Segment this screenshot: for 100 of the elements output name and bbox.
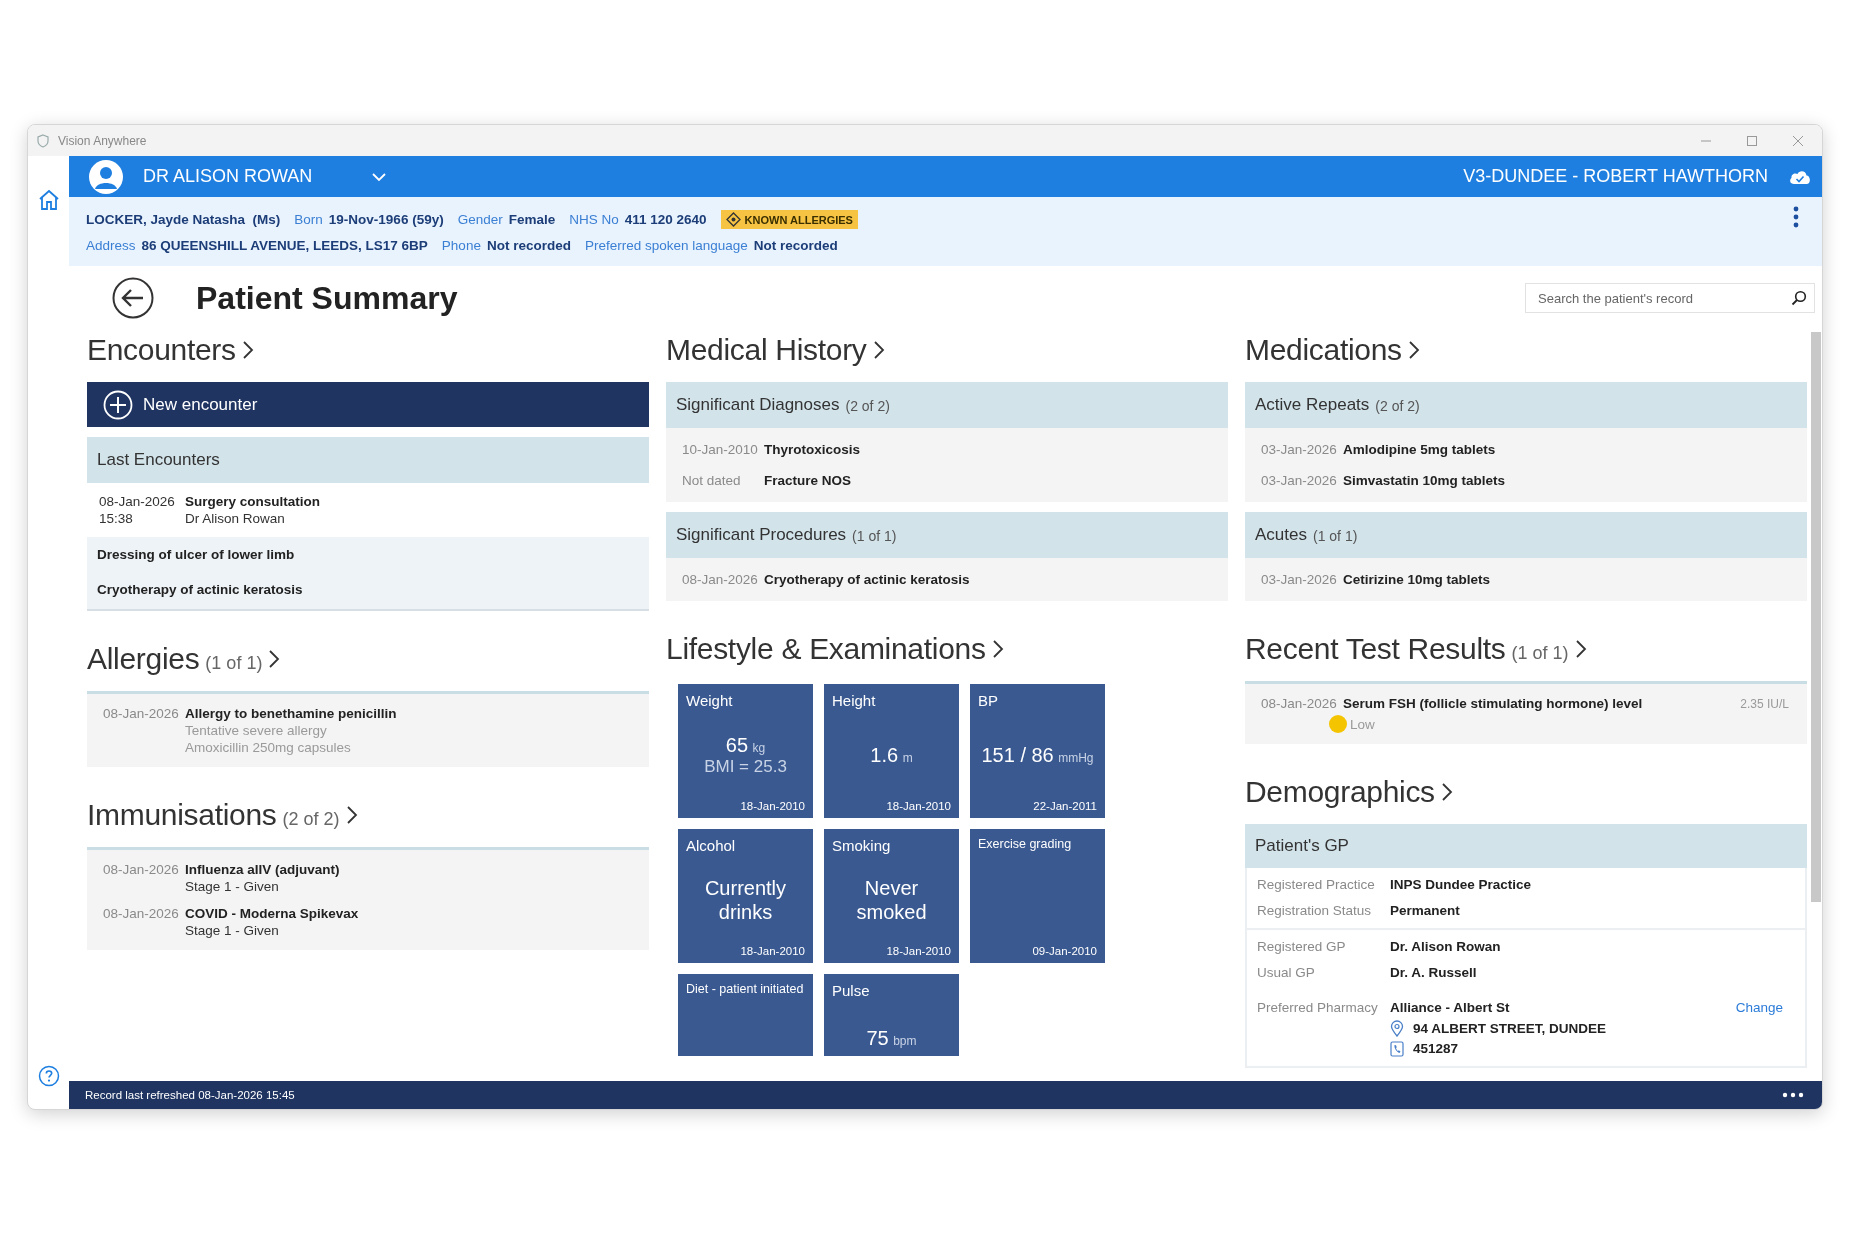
new-encounter-button[interactable]: New encounter [87, 382, 649, 427]
section-heading[interactable]: Lifestyle & Examinations [666, 632, 986, 666]
measurement-tile[interactable]: Smoking Never smoked 18-Jan-2010 [824, 829, 959, 963]
date-text: 18-Jan-2010 [885, 945, 951, 957]
date-text: 08-Jan-2026 [99, 493, 176, 510]
entry-title[interactable]: Allergy to benethamine penicillin [185, 705, 397, 722]
section-heading[interactable]: Recent Test Results [1245, 632, 1506, 666]
entry-title[interactable]: Surgery consultation [185, 493, 321, 510]
measurement-tile[interactable]: Height 1.6 m 18-Jan-2010 [824, 684, 959, 818]
panel-title[interactable]: Significant Diagnoses [676, 395, 840, 415]
date-text: 08-Jan-2026 [102, 905, 180, 923]
entry-title[interactable]: Amlodipine 5mg tablets [1343, 441, 1496, 458]
panel-title[interactable]: Acutes [1255, 525, 1307, 545]
chevron-down-icon[interactable] [371, 171, 387, 182]
field-value: 411 120 2640 [624, 212, 707, 227]
maximize-icon[interactable] [1746, 134, 1758, 147]
tile-value: 1.6 [870, 743, 899, 766]
section-heading[interactable]: Medications [1245, 333, 1402, 367]
field-label: Usual GP [1257, 965, 1316, 981]
unit-text: bpm [893, 1034, 917, 1048]
user-name[interactable]: DR ALISON ROWAN [143, 166, 371, 187]
chevron-right-icon[interactable] [1440, 782, 1453, 802]
date-text: 03-Jan-2026 [1260, 571, 1338, 588]
entry-title[interactable]: Serum FSH (follicle stimulating hormone) level [1343, 695, 1643, 712]
change-link[interactable]: Change [1735, 1000, 1783, 1016]
field-value: Not recorded [486, 238, 571, 253]
user-avatar-icon[interactable] [89, 159, 123, 194]
address-text: 94 ALBERT STREET, DUNDEE [1413, 1020, 1607, 1037]
entry-title[interactable]: Cryotherapy of actinic keratosis [764, 571, 970, 588]
panel-title[interactable]: Significant Procedures [676, 525, 847, 545]
search-field[interactable]: Search the patient's record [1525, 283, 1815, 313]
measurement-tile[interactable]: Exercise grading 09-Jan-2010 [970, 829, 1105, 963]
warning-icon [725, 212, 741, 227]
section-heading[interactable]: Allergies [87, 642, 200, 676]
entry-detail: Amoxicillin 250mg capsules [185, 739, 352, 756]
panel-title[interactable]: Patient's GP [1255, 836, 1349, 856]
back-icon[interactable] [112, 277, 154, 319]
date-text: 22-Jan-2011 [1032, 800, 1097, 812]
date-text: 08-Jan-2026 [681, 571, 759, 588]
chevron-right-icon[interactable] [1574, 639, 1587, 659]
location-pin-icon [1390, 1020, 1404, 1037]
item-count: (2 of 2) [282, 807, 340, 830]
page-title: Patient Summary [196, 279, 459, 317]
panel-title[interactable]: Active Repeats [1255, 395, 1370, 415]
tile-label: BP [978, 692, 999, 709]
tile-label: Alcohol [686, 837, 737, 854]
date-text: 08-Jan-2026 [1260, 695, 1338, 713]
chevron-right-icon[interactable] [345, 805, 358, 825]
chevron-right-icon[interactable] [241, 340, 254, 360]
measurement-tile[interactable]: BP 151 / 86 mmHg 22-Jan-2011 [970, 684, 1105, 818]
allergy-badge[interactable]: KNOWN ALLERGIES [720, 210, 858, 229]
measurement-tile[interactable]: Pulse 75 bpm [824, 974, 959, 1056]
chevron-right-icon[interactable] [991, 639, 1004, 659]
section-heading[interactable]: Medical History [666, 333, 867, 367]
measurement-tile[interactable]: Alcohol Currently drinks 18-Jan-2010 [678, 829, 813, 963]
field-value: Dr. Alison Rowan [1390, 939, 1502, 955]
measurement-tile[interactable]: Weight 65 kg BMI = 25.3 18-Jan-2010 [678, 684, 813, 818]
status-text: Record last refreshed 08-Jan-2026 15:45 [85, 1089, 296, 1101]
chevron-right-icon[interactable] [1407, 340, 1420, 360]
field-value: Not recorded [753, 238, 838, 253]
scrollbar-thumb[interactable] [1811, 332, 1821, 902]
search-icon[interactable] [1791, 290, 1807, 306]
entry-title[interactable]: Cetirizine 10mg tablets [1343, 571, 1491, 588]
more-options-icon[interactable] [1792, 205, 1800, 229]
entry-title[interactable]: Influenza aIIV (adjuvant) [185, 861, 340, 878]
field-value: 19-Nov-1966 (59y) [328, 212, 444, 227]
bmi-text: BMI = 25.3 [704, 756, 787, 777]
field-label: Registration Status [1257, 903, 1373, 919]
entry-title[interactable]: Simvastatin 10mg tablets [1343, 472, 1506, 489]
entry-title[interactable]: COVID - Moderna Spikevax [185, 905, 359, 922]
app-icon [36, 133, 50, 148]
more-options-icon[interactable] [1782, 1092, 1804, 1098]
item-count: (2 of 2) [845, 397, 890, 414]
phone-text: 451287 [1413, 1041, 1459, 1057]
help-icon[interactable] [37, 1065, 60, 1087]
chevron-right-icon[interactable] [268, 649, 281, 669]
chevron-right-icon[interactable] [872, 340, 885, 360]
entry-title[interactable]: Cryotherapy of actinic keratosis [97, 581, 303, 598]
entry-title[interactable]: Fracture NOS [764, 472, 852, 489]
field-label: Phone [441, 238, 481, 253]
tile-value: 151 / 86 [981, 743, 1054, 766]
field-label: Gender [457, 212, 503, 227]
tile-value: 75 [866, 1027, 889, 1049]
measurement-tile[interactable]: Diet - patient initiated [678, 974, 813, 1056]
field-value: INPS Dundee Practice [1390, 877, 1533, 893]
date-text: 18-Jan-2010 [739, 945, 805, 957]
panel-title[interactable]: Last Encounters [97, 450, 220, 470]
entry-title[interactable]: Dressing of ulcer of lower limb [97, 546, 295, 563]
item-count: (1 of 1) [852, 527, 897, 544]
section-heading[interactable]: Immunisations [87, 798, 277, 832]
unit-text: mmHg [1058, 750, 1094, 765]
location-name: V3-DUNDEE - ROBERT HAWTHORN [1463, 166, 1768, 187]
entry-title[interactable]: Thyrotoxicosis [764, 441, 861, 458]
item-count: (1 of 1) [1313, 527, 1358, 544]
date-text: Not dated [681, 472, 742, 489]
close-icon[interactable] [1792, 134, 1804, 147]
tile-label: Smoking [832, 837, 892, 854]
section-heading[interactable]: Demographics [1245, 775, 1435, 809]
date-text: 03-Jan-2026 [1260, 441, 1338, 458]
section-heading[interactable]: Encounters [87, 333, 236, 367]
